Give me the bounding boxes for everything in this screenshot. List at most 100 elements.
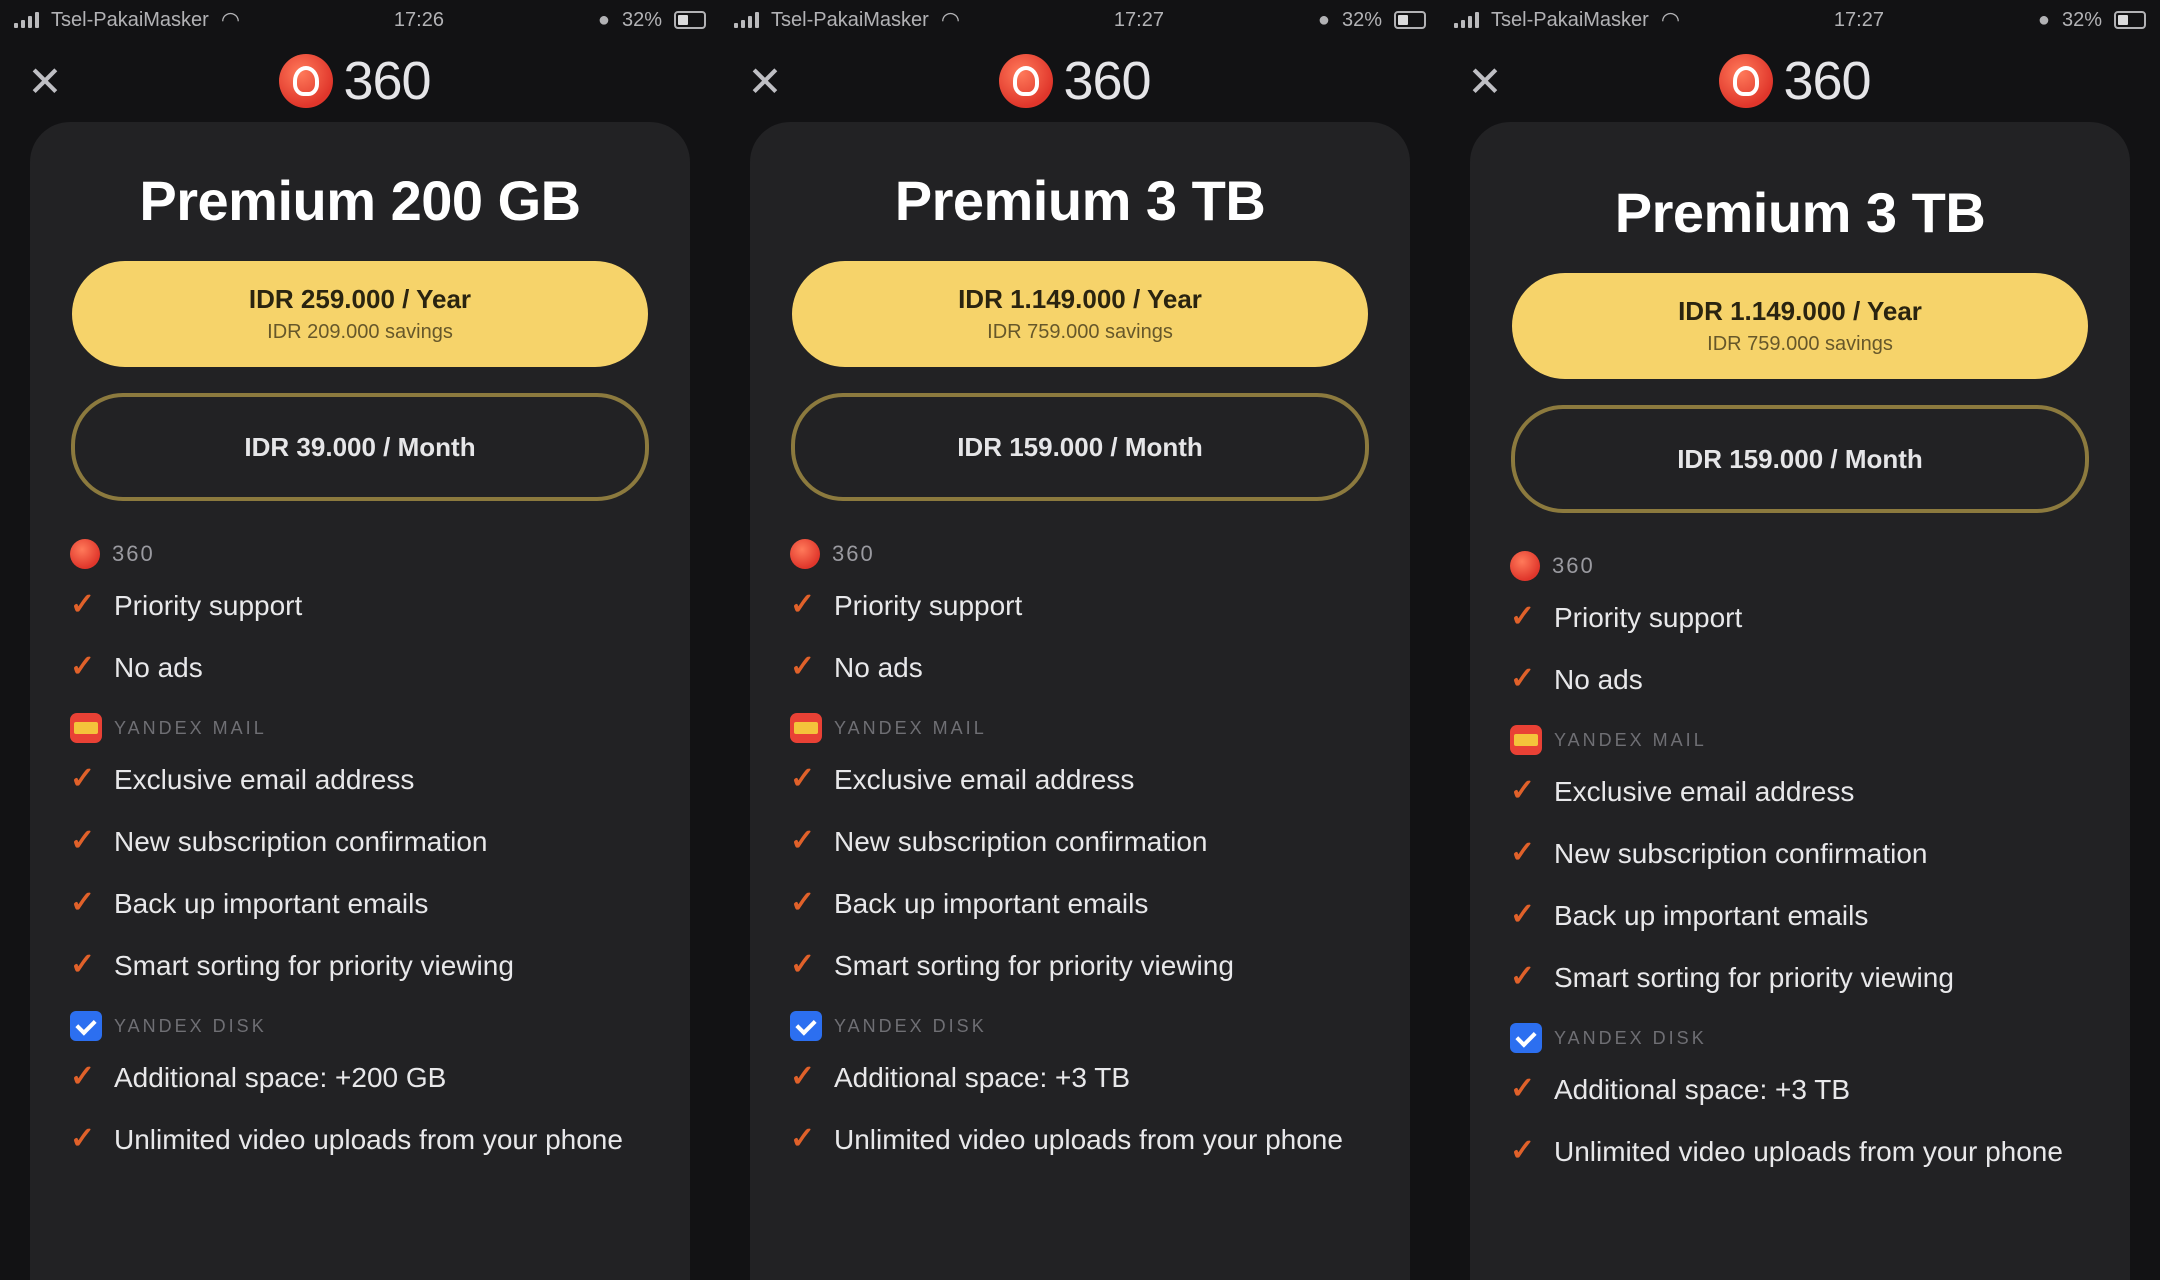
- app-logo: 360: [279, 50, 432, 112]
- yearly-price: IDR 1.149.000 / Year: [958, 284, 1202, 314]
- check-icon: ✓: [70, 650, 96, 683]
- section-label: YANDEX DISK: [834, 1015, 987, 1036]
- feature-list: 360 ✓ Priority support ✓ No ads YANDEX MAI…: [70, 529, 690, 1175]
- header: ✕ 360: [720, 40, 1440, 122]
- yearly-price: IDR 259.000 / Year: [248, 284, 472, 314]
- monthly-plan-button[interactable]: IDR 39.000 / Month: [71, 393, 649, 501]
- phone-screen-2: Tsel-PakaiMasker ◠ 17:27 ● 32% ✕ 360 Pre…: [720, 0, 1440, 1280]
- monthly-plan-button[interactable]: IDR 159.000 / Month: [1511, 405, 2089, 513]
- section-yandex-disk: YANDEX DISK: [70, 1001, 690, 1051]
- check-icon: ✓: [70, 762, 96, 795]
- feature-item: ✓ Back up important emails: [70, 877, 630, 939]
- logo-text: 360: [1783, 51, 1871, 111]
- section-label: 360: [1552, 553, 1595, 578]
- feature-item: ✓ Priority support: [70, 579, 630, 641]
- plan-title: Premium 3 TB: [1614, 181, 1986, 244]
- yearly-plan-button[interactable]: IDR 1.149.000 / Year IDR 759.000 savings: [792, 261, 1368, 367]
- close-icon[interactable]: ✕: [742, 58, 788, 105]
- feature-item: ✓ Smart sorting for priority viewing: [1510, 951, 2070, 1013]
- check-icon: ✓: [1510, 898, 1536, 931]
- feature-item: ✓ Back up important emails: [790, 877, 1350, 939]
- status-time: 17:26: [393, 8, 444, 31]
- signal-icon: [14, 12, 39, 28]
- yandex-mail-icon: [790, 713, 822, 743]
- alarm-icon: ●: [597, 8, 610, 31]
- alarm-icon: ●: [1317, 8, 1330, 31]
- feature-item: ✓ Unlimited video uploads from your phone: [1510, 1125, 2070, 1187]
- 360-logo-icon: [999, 54, 1054, 108]
- header: ✕ 360: [1440, 40, 2160, 122]
- section-yandex-disk: YANDEX DISK: [1510, 1013, 2130, 1063]
- check-icon: ✓: [70, 588, 96, 621]
- feature-item: ✓ No ads: [1510, 653, 2070, 715]
- 360-logo-icon: [1510, 551, 1540, 581]
- check-icon: ✓: [790, 886, 816, 919]
- yandex-mail-icon: [1510, 725, 1542, 755]
- check-icon: ✓: [1510, 960, 1536, 993]
- yearly-plan-button[interactable]: IDR 259.000 / Year IDR 209.000 savings: [72, 261, 648, 367]
- check-icon: ✓: [1510, 662, 1536, 695]
- header: ✕ 360: [0, 40, 720, 122]
- close-icon[interactable]: ✕: [1462, 58, 1508, 105]
- check-icon: ✓: [70, 886, 96, 919]
- plan-card: Premium 3 TB IDR 1.149.000 / Year IDR 75…: [1470, 122, 2130, 1280]
- check-icon: ✓: [790, 1060, 816, 1093]
- 360-logo-icon: [790, 539, 820, 569]
- plan-title: Premium 3 TB: [894, 169, 1266, 232]
- check-icon: ✓: [1510, 836, 1536, 869]
- yearly-plan-button[interactable]: IDR 1.149.000 / Year IDR 759.000 savings: [1512, 273, 2088, 379]
- feature-item: ✓ Additional space: +200 GB: [70, 1051, 630, 1113]
- app-logo: 360: [1719, 50, 1872, 112]
- check-icon: ✓: [790, 588, 816, 621]
- section-label: YANDEX MAIL: [114, 717, 267, 738]
- check-icon: ✓: [70, 824, 96, 857]
- yandex-disk-icon: [790, 1011, 822, 1041]
- section-label: YANDEX MAIL: [1554, 729, 1707, 750]
- check-icon: ✓: [790, 948, 816, 981]
- 360-logo-icon: [70, 539, 100, 569]
- carrier-name: Tsel-PakaiMasker: [1491, 8, 1649, 31]
- close-icon[interactable]: ✕: [22, 58, 68, 105]
- plan-title: Premium 200 GB: [139, 169, 581, 232]
- section-yandex-mail: YANDEX MAIL: [70, 703, 690, 753]
- check-icon: ✓: [790, 650, 816, 683]
- battery-icon: [674, 11, 706, 29]
- feature-item: ✓ Exclusive email address: [70, 753, 630, 815]
- yearly-savings: IDR 759.000 savings: [987, 321, 1173, 343]
- feature-item: ✓ New subscription confirmation: [1510, 827, 2070, 889]
- section-label: YANDEX MAIL: [834, 717, 987, 738]
- 360-logo-icon: [1719, 54, 1774, 108]
- 360-logo-icon: [279, 54, 334, 108]
- section-label: 360: [832, 541, 875, 566]
- battery-percent: 32%: [621, 8, 662, 31]
- yearly-price: IDR 1.149.000 / Year: [1678, 296, 1922, 326]
- wifi-icon: ◠: [940, 7, 961, 32]
- section-360: 360: [790, 529, 1410, 579]
- feature-item: ✓ Back up important emails: [1510, 889, 2070, 951]
- signal-icon: [1454, 12, 1479, 28]
- feature-item: ✓ Additional space: +3 TB: [1510, 1063, 2070, 1125]
- feature-list: 360 ✓ Priority support ✓ No ads YANDEX MAI…: [1510, 541, 2130, 1187]
- battery-percent: 32%: [2061, 8, 2102, 31]
- yandex-mail-icon: [70, 713, 102, 743]
- section-yandex-mail: YANDEX MAIL: [790, 703, 1410, 753]
- wifi-icon: ◠: [1660, 7, 1681, 32]
- feature-item: ✓ Additional space: +3 TB: [790, 1051, 1350, 1113]
- section-yandex-mail: YANDEX MAIL: [1510, 715, 2130, 765]
- signal-icon: [734, 12, 759, 28]
- battery-icon: [1394, 11, 1426, 29]
- yearly-savings: IDR 759.000 savings: [1707, 333, 1893, 355]
- check-icon: ✓: [1510, 1072, 1536, 1105]
- feature-item: ✓ Unlimited video uploads from your phone: [790, 1113, 1350, 1175]
- status-bar: Tsel-PakaiMasker ◠ 17:26 ● 32%: [0, 0, 720, 40]
- yearly-savings: IDR 209.000 savings: [267, 321, 453, 343]
- carrier-name: Tsel-PakaiMasker: [771, 8, 929, 31]
- battery-percent: 32%: [1341, 8, 1382, 31]
- check-icon: ✓: [1510, 1134, 1536, 1167]
- feature-item: ✓ New subscription confirmation: [70, 815, 630, 877]
- monthly-plan-button[interactable]: IDR 159.000 / Month: [791, 393, 1369, 501]
- section-label: YANDEX DISK: [114, 1015, 267, 1036]
- carrier-name: Tsel-PakaiMasker: [51, 8, 209, 31]
- feature-item: ✓ Exclusive email address: [790, 753, 1350, 815]
- status-bar: Tsel-PakaiMasker ◠ 17:27 ● 32%: [720, 0, 1440, 40]
